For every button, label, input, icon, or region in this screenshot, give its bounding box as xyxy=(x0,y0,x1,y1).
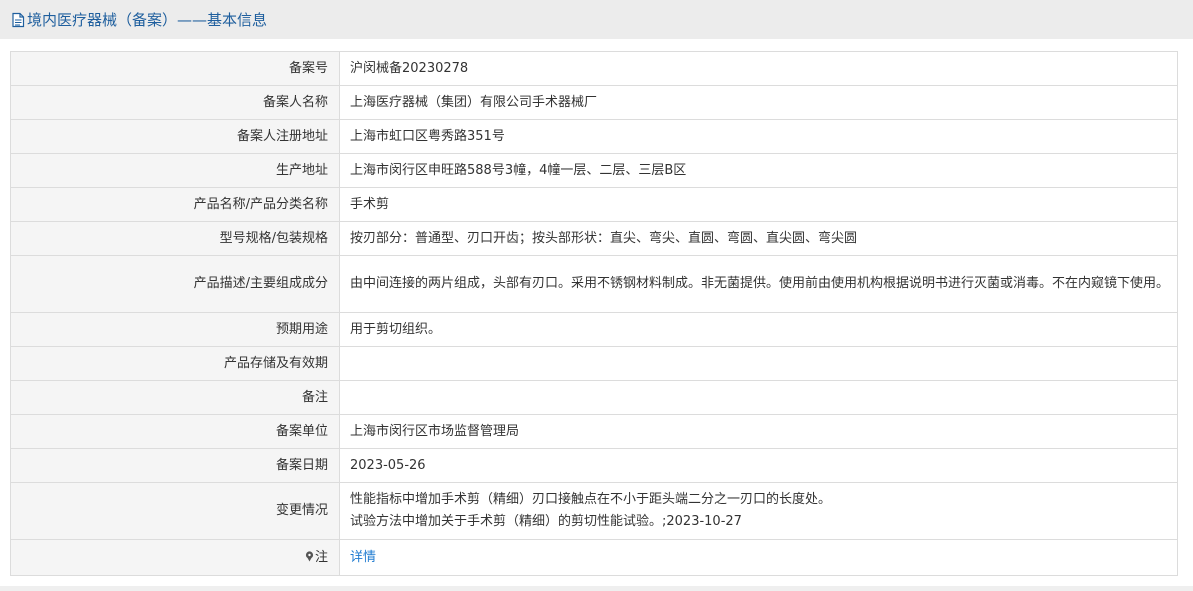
field-label: 生产地址 xyxy=(10,153,340,188)
info-panel: 备案号 沪闵械备20230278 备案人名称 上海医疗器械（集团）有限公司手术器… xyxy=(0,39,1193,591)
table-row-description: 产品描述/主要组成成分 由中间连接的两片组成，头部有刃口。采用不锈钢材料制成。非… xyxy=(10,255,1178,313)
field-label: 注 xyxy=(10,539,340,576)
details-link[interactable]: 详情 xyxy=(350,550,376,565)
field-value: 沪闵械备20230278 xyxy=(339,51,1178,86)
field-value: 上海市闵行区申旺路588号3幢，4幢一层、二层、三层B区 xyxy=(339,153,1178,188)
field-label: 备注 xyxy=(10,380,340,415)
table-row-product-name: 产品名称/产品分类名称 手术剪 xyxy=(10,187,1178,222)
field-value: 详情 xyxy=(339,539,1178,576)
field-value: 性能指标中增加手术剪（精细）刃口接触点在不小于距头端二分之一刃口的长度处。 试验… xyxy=(339,482,1178,540)
field-label: 备案日期 xyxy=(10,448,340,483)
table-row-note: 注 详情 xyxy=(10,539,1178,576)
field-label: 备案人名称 xyxy=(10,85,340,120)
field-value: 上海医疗器械（集团）有限公司手术器械厂 xyxy=(339,85,1178,120)
table-row-filing-no: 备案号 沪闵械备20230278 xyxy=(10,51,1178,86)
field-label: 产品描述/主要组成成分 xyxy=(10,255,340,313)
table-row-filing-unit: 备案单位 上海市闵行区市场监督管理局 xyxy=(10,414,1178,449)
field-label: 产品存储及有效期 xyxy=(10,346,340,381)
field-value: 由中间连接的两片组成，头部有刃口。采用不锈钢材料制成。非无菌提供。使用前由使用机… xyxy=(339,255,1178,313)
field-value: 上海市闵行区市场监督管理局 xyxy=(339,414,1178,449)
table-row-remarks: 备注 xyxy=(10,380,1178,415)
table-row-intended-use: 预期用途 用于剪切组织。 xyxy=(10,312,1178,347)
field-label: 产品名称/产品分类名称 xyxy=(10,187,340,222)
field-value: 按刃部分：普通型、刃口开齿；按头部形状：直尖、弯尖、直圆、弯圆、直尖圆、弯尖圆 xyxy=(339,221,1178,256)
field-value: 上海市虹口区粤秀路351号 xyxy=(339,119,1178,154)
field-label: 型号规格/包装规格 xyxy=(10,221,340,256)
table-row-storage: 产品存储及有效期 xyxy=(10,346,1178,381)
table-row-model-spec: 型号规格/包装规格 按刃部分：普通型、刃口开齿；按头部形状：直尖、弯尖、直圆、弯… xyxy=(10,221,1178,256)
basic-info-table: 备案号 沪闵械备20230278 备案人名称 上海医疗器械（集团）有限公司手术器… xyxy=(10,51,1178,576)
table-row-changes: 变更情况 性能指标中增加手术剪（精细）刃口接触点在不小于距头端二分之一刃口的长度… xyxy=(10,482,1178,540)
note-label: 注 xyxy=(314,549,328,565)
field-value: 用于剪切组织。 xyxy=(339,312,1178,347)
field-label: 备案号 xyxy=(10,51,340,86)
field-value xyxy=(339,346,1178,381)
field-value: 2023-05-26 xyxy=(339,448,1178,483)
table-row-filing-date: 备案日期 2023-05-26 xyxy=(10,448,1178,483)
bottom-divider xyxy=(0,586,1193,591)
change-entry: 试验方法中增加关于手术剪（精细）的剪切性能试验。;2023-10-27 xyxy=(350,514,742,529)
table-row-filer-name: 备案人名称 上海医疗器械（集团）有限公司手术器械厂 xyxy=(10,85,1178,120)
field-value xyxy=(339,380,1178,415)
page-header: 境内医疗器械（备案）——基本信息 xyxy=(0,0,1193,39)
change-entry: 性能指标中增加手术剪（精细）刃口接触点在不小于距头端二分之一刃口的长度处。 xyxy=(350,492,832,507)
page-title: 境内医疗器械（备案）——基本信息 xyxy=(27,11,268,29)
field-label: 变更情况 xyxy=(10,482,340,540)
table-row-filer-address: 备案人注册地址 上海市虹口区粤秀路351号 xyxy=(10,119,1178,154)
field-label: 备案单位 xyxy=(10,414,340,449)
table-row-production-address: 生产地址 上海市闵行区申旺路588号3幢，4幢一层、二层、三层B区 xyxy=(10,153,1178,188)
field-value: 手术剪 xyxy=(339,187,1178,222)
pin-icon xyxy=(305,548,314,561)
document-icon xyxy=(11,12,25,28)
field-label: 备案人注册地址 xyxy=(10,119,340,154)
field-label: 预期用途 xyxy=(10,312,340,347)
